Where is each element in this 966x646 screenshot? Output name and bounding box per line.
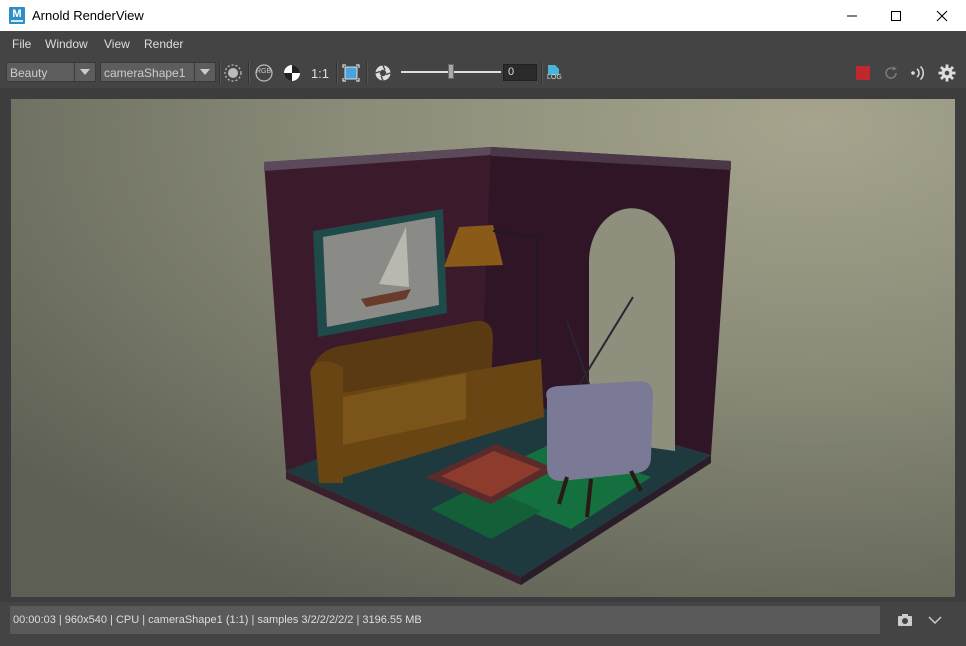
close-icon: [936, 10, 948, 21]
render-viewport[interactable]: [11, 99, 955, 597]
window-title: Arnold RenderView: [32, 8, 144, 23]
toolbar-separator: [219, 62, 221, 84]
refresh-render-button[interactable]: [880, 62, 902, 84]
chevron-down-icon: [928, 616, 942, 625]
ratio-button[interactable]: 1:1: [308, 62, 332, 84]
crop-region-button[interactable]: [222, 62, 244, 84]
exposure-value-field[interactable]: 0: [503, 64, 537, 81]
toolbar-separator: [248, 62, 250, 84]
ipr-button[interactable]: [907, 62, 929, 84]
region-icon: [224, 64, 242, 82]
menu-bar: File Window View Render: [0, 31, 966, 58]
status-bar: 00:00:03 | 960x540 | CPU | cameraShape1 …: [0, 602, 966, 646]
status-field: 00:00:03 | 960x540 | CPU | cameraShape1 …: [10, 606, 880, 634]
minimize-icon: [847, 15, 857, 16]
render-image: [11, 99, 955, 597]
camera-icon: [898, 614, 912, 626]
close-button[interactable]: [919, 0, 965, 31]
stop-icon: [856, 66, 870, 80]
stop-render-button[interactable]: [852, 62, 874, 84]
camera-value: cameraShape1: [104, 66, 186, 80]
menu-render[interactable]: Render: [144, 37, 183, 51]
menu-window[interactable]: Window: [45, 37, 88, 51]
maximize-button[interactable]: [873, 0, 919, 31]
maya-app-icon: M: [9, 7, 25, 24]
aov-value: Beauty: [10, 66, 48, 80]
log-button[interactable]: LOG: [543, 62, 565, 84]
rgb-channel-button[interactable]: RGB: [253, 62, 275, 84]
ipr-signal-icon: [911, 65, 925, 81]
title-bar: M Arnold RenderView: [0, 0, 966, 31]
ratio-label: 1:1: [310, 65, 330, 81]
aov-dropdown[interactable]: Beauty: [6, 62, 96, 82]
snapshot-button[interactable]: [894, 609, 916, 631]
toolbar-separator: [336, 62, 338, 84]
toolbar: Beauty cameraShape1 RGB 1:1 LOG: [0, 58, 966, 88]
maximize-icon: [891, 10, 901, 21]
menu-view[interactable]: View: [104, 37, 130, 51]
expand-status-button[interactable]: [924, 609, 946, 631]
chevron-down-icon: [74, 63, 95, 81]
checker-icon: [284, 65, 300, 81]
frame-icon: [342, 64, 360, 82]
toolbar-separator: [366, 62, 368, 84]
refresh-icon: [885, 66, 897, 79]
rgb-label: RGB: [256, 68, 272, 75]
exposure-button[interactable]: [372, 62, 394, 84]
checker-background-button[interactable]: [281, 62, 303, 84]
minimize-button[interactable]: [829, 0, 875, 31]
exposure-slider-handle[interactable]: [448, 64, 454, 79]
chevron-down-icon: [194, 63, 215, 81]
menu-file[interactable]: File: [12, 37, 31, 51]
gear-icon: [938, 64, 956, 82]
aperture-icon: [375, 65, 391, 81]
render-status-text: 00:00:03 | 960x540 | CPU | cameraShape1 …: [13, 614, 422, 626]
camera-dropdown[interactable]: cameraShape1: [100, 62, 216, 82]
settings-button[interactable]: [936, 62, 958, 84]
frame-all-button[interactable]: [340, 62, 362, 84]
log-label: LOG: [547, 74, 562, 81]
